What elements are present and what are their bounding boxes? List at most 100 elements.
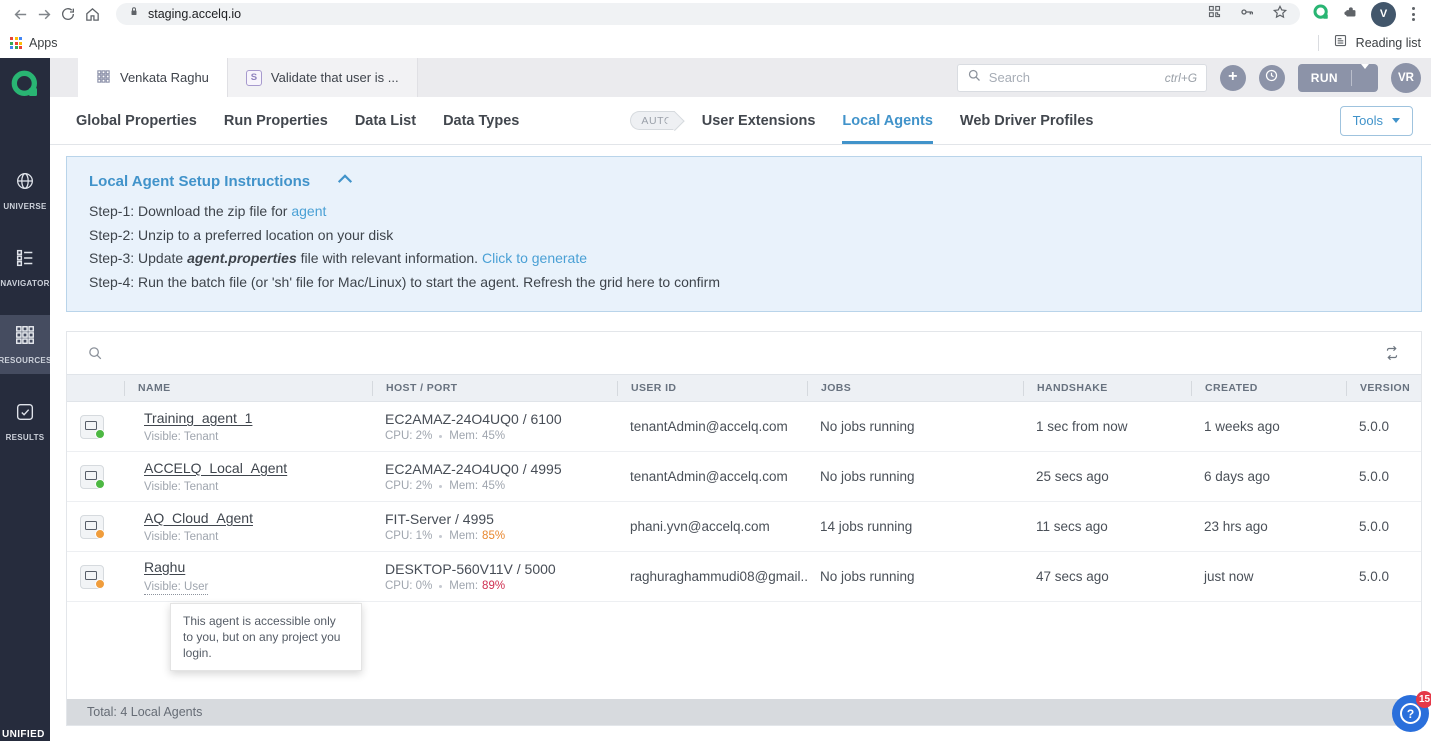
chevron-down-icon bbox=[1392, 118, 1400, 123]
sidebar-label: RESOURCES bbox=[0, 356, 52, 365]
agent-version: 5.0.0 bbox=[1346, 419, 1421, 434]
accelq-extension-icon[interactable] bbox=[1312, 3, 1330, 26]
sidebar-item-universe[interactable]: UNIVERSE bbox=[0, 161, 50, 220]
agent-user-id: raghuraghammudi08@gmail.... bbox=[617, 569, 807, 584]
run-dropdown[interactable] bbox=[1352, 69, 1378, 87]
visibility-tooltip: This agent is accessible only to you, bu… bbox=[170, 603, 362, 671]
sidebar-label: RESULTS bbox=[6, 433, 45, 442]
home-icon[interactable] bbox=[80, 2, 104, 26]
chrome-profile-avatar[interactable]: V bbox=[1371, 2, 1396, 27]
tab-venkata-raghu[interactable]: Venkata Raghu bbox=[78, 58, 227, 97]
refresh-icon[interactable] bbox=[56, 2, 80, 26]
col-user-id[interactable]: USER ID bbox=[617, 381, 807, 396]
agent-mem-label: Mem: bbox=[449, 430, 478, 442]
agent-download-link[interactable]: agent bbox=[291, 203, 326, 219]
qr-code-icon[interactable] bbox=[1207, 4, 1222, 24]
globe-icon bbox=[14, 170, 36, 197]
col-name[interactable]: NAME bbox=[124, 381, 372, 396]
agent-visibility: Visible: Tenant bbox=[144, 531, 372, 543]
scenario-icon: S bbox=[246, 70, 262, 86]
step-1: Step-1: Download the zip file for agent bbox=[89, 200, 1399, 224]
agent-host: FIT-Server / 4995 bbox=[385, 511, 617, 527]
agent-name-link[interactable]: ACCELQ_Local_Agent bbox=[144, 460, 287, 476]
sidebar-item-resources[interactable]: RESOURCES bbox=[0, 315, 50, 374]
tab-local-agents[interactable]: Local Agents bbox=[842, 97, 933, 144]
table-toolbar bbox=[67, 332, 1421, 374]
table-row[interactable]: ACCELQ_Local_AgentVisible: Tenant EC2AMA… bbox=[67, 452, 1421, 502]
table-row[interactable]: RaghuVisible: User DESKTOP-560V11V / 500… bbox=[67, 552, 1421, 602]
agent-cpu: CPU: 2% bbox=[385, 430, 432, 442]
col-host-port[interactable]: HOST / PORT bbox=[372, 381, 617, 396]
tab-run-properties[interactable]: Run Properties bbox=[224, 97, 328, 144]
resources-nav: Global Properties Run Properties Data Li… bbox=[50, 97, 1431, 145]
agent-name-link[interactable]: Training_agent_1 bbox=[144, 410, 252, 426]
table-row[interactable]: AQ_Cloud_Agent Visible: Tenant FIT-Server… bbox=[67, 502, 1421, 552]
run-button[interactable]: RUN bbox=[1298, 64, 1378, 92]
agent-jobs: No jobs running bbox=[807, 469, 1023, 484]
lock-icon bbox=[128, 5, 140, 23]
global-search[interactable]: ctrl+G bbox=[957, 64, 1207, 92]
agent-mem-value: 45% bbox=[482, 480, 505, 492]
results-check-icon bbox=[14, 401, 36, 428]
user-avatar[interactable]: VR bbox=[1391, 63, 1421, 93]
agent-cpu: CPU: 0% bbox=[385, 580, 432, 592]
table-row[interactable]: Training_agent_1Visible: Tenant EC2AMAZ-… bbox=[67, 402, 1421, 452]
agent-visibility-tooltip-anchor[interactable]: Visible: User bbox=[144, 581, 208, 595]
col-version[interactable]: VERSION bbox=[1346, 381, 1421, 396]
agent-version: 5.0.0 bbox=[1346, 569, 1421, 584]
agent-jobs: 14 jobs running bbox=[807, 519, 1023, 534]
step-4: Step-4: Run the batch file (or 'sh' file… bbox=[89, 271, 1399, 295]
search-input[interactable] bbox=[989, 70, 1165, 85]
apps-bookmark[interactable]: Apps bbox=[29, 36, 58, 50]
history-button[interactable] bbox=[1259, 65, 1285, 91]
extensions-puzzle-icon[interactable] bbox=[1342, 3, 1359, 25]
agent-jobs: No jobs running bbox=[807, 419, 1023, 434]
accelq-logo-icon[interactable] bbox=[9, 68, 41, 105]
step-2: Step-2: Unzip to a preferred location on… bbox=[89, 224, 1399, 248]
tab-data-types[interactable]: Data Types bbox=[443, 97, 519, 144]
tools-button[interactable]: Tools bbox=[1340, 106, 1413, 136]
col-created[interactable]: CREATED bbox=[1191, 381, 1346, 396]
apps-grid-icon bbox=[10, 37, 22, 49]
tab-web-driver-profiles[interactable]: Web Driver Profiles bbox=[960, 97, 1094, 144]
agent-host: EC2AMAZ-24O4UQ0 / 6100 bbox=[385, 411, 617, 427]
forward-icon[interactable] bbox=[32, 2, 56, 26]
chevron-down-icon bbox=[1361, 64, 1369, 86]
run-label: RUN bbox=[1298, 71, 1351, 85]
tab-validate-that-user[interactable]: S Validate that user is ... bbox=[227, 58, 418, 97]
tab-global-properties[interactable]: Global Properties bbox=[76, 97, 197, 144]
collapse-chevron-icon[interactable] bbox=[336, 172, 354, 190]
agent-handshake: 47 secs ago bbox=[1023, 569, 1191, 584]
agent-name-link[interactable]: Raghu bbox=[144, 559, 185, 575]
plus-icon: + bbox=[1228, 69, 1237, 85]
password-key-icon[interactable] bbox=[1239, 4, 1255, 25]
bookmark-star-icon[interactable] bbox=[1272, 4, 1288, 25]
reading-list-button[interactable]: Reading list bbox=[1356, 36, 1421, 50]
tab-user-extensions[interactable]: User Extensions bbox=[702, 97, 816, 144]
help-button[interactable]: ? 15 bbox=[1392, 695, 1429, 732]
agent-name-link[interactable]: AQ_Cloud_Agent bbox=[144, 510, 253, 526]
agent-visibility: Visible: Tenant bbox=[144, 481, 372, 493]
agent-mem-label: Mem: bbox=[449, 480, 478, 492]
refresh-grid-icon[interactable] bbox=[1383, 344, 1401, 362]
col-handshake[interactable]: HANDSHAKE bbox=[1023, 381, 1191, 396]
address-bar[interactable]: staging.accelq.io bbox=[116, 3, 1300, 25]
click-to-generate-link[interactable]: Click to generate bbox=[482, 250, 587, 266]
add-button[interactable]: + bbox=[1220, 65, 1246, 91]
browser-toolbar: staging.accelq.io V bbox=[0, 0, 1431, 28]
agent-status-icon bbox=[80, 465, 104, 489]
sidebar-item-results[interactable]: RESULTS bbox=[0, 392, 50, 451]
sidebar-label: UNIVERSE bbox=[3, 202, 46, 211]
agent-user-id: tenantAdmin@accelq.com bbox=[617, 419, 807, 434]
notification-badge: 15 bbox=[1416, 691, 1431, 708]
agent-user-id: tenantAdmin@accelq.com bbox=[617, 469, 807, 484]
auto-badge: AUTO bbox=[630, 111, 674, 130]
table-search-icon[interactable] bbox=[87, 345, 104, 362]
back-icon[interactable] bbox=[8, 2, 32, 26]
agent-version: 5.0.0 bbox=[1346, 519, 1421, 534]
tab-data-list[interactable]: Data List bbox=[355, 97, 416, 144]
agent-created: 6 days ago bbox=[1191, 469, 1346, 484]
sidebar-item-navigator[interactable]: NAVIGATOR bbox=[0, 238, 50, 297]
chrome-menu-icon[interactable] bbox=[1408, 3, 1419, 25]
col-jobs[interactable]: JOBS bbox=[807, 381, 1023, 396]
